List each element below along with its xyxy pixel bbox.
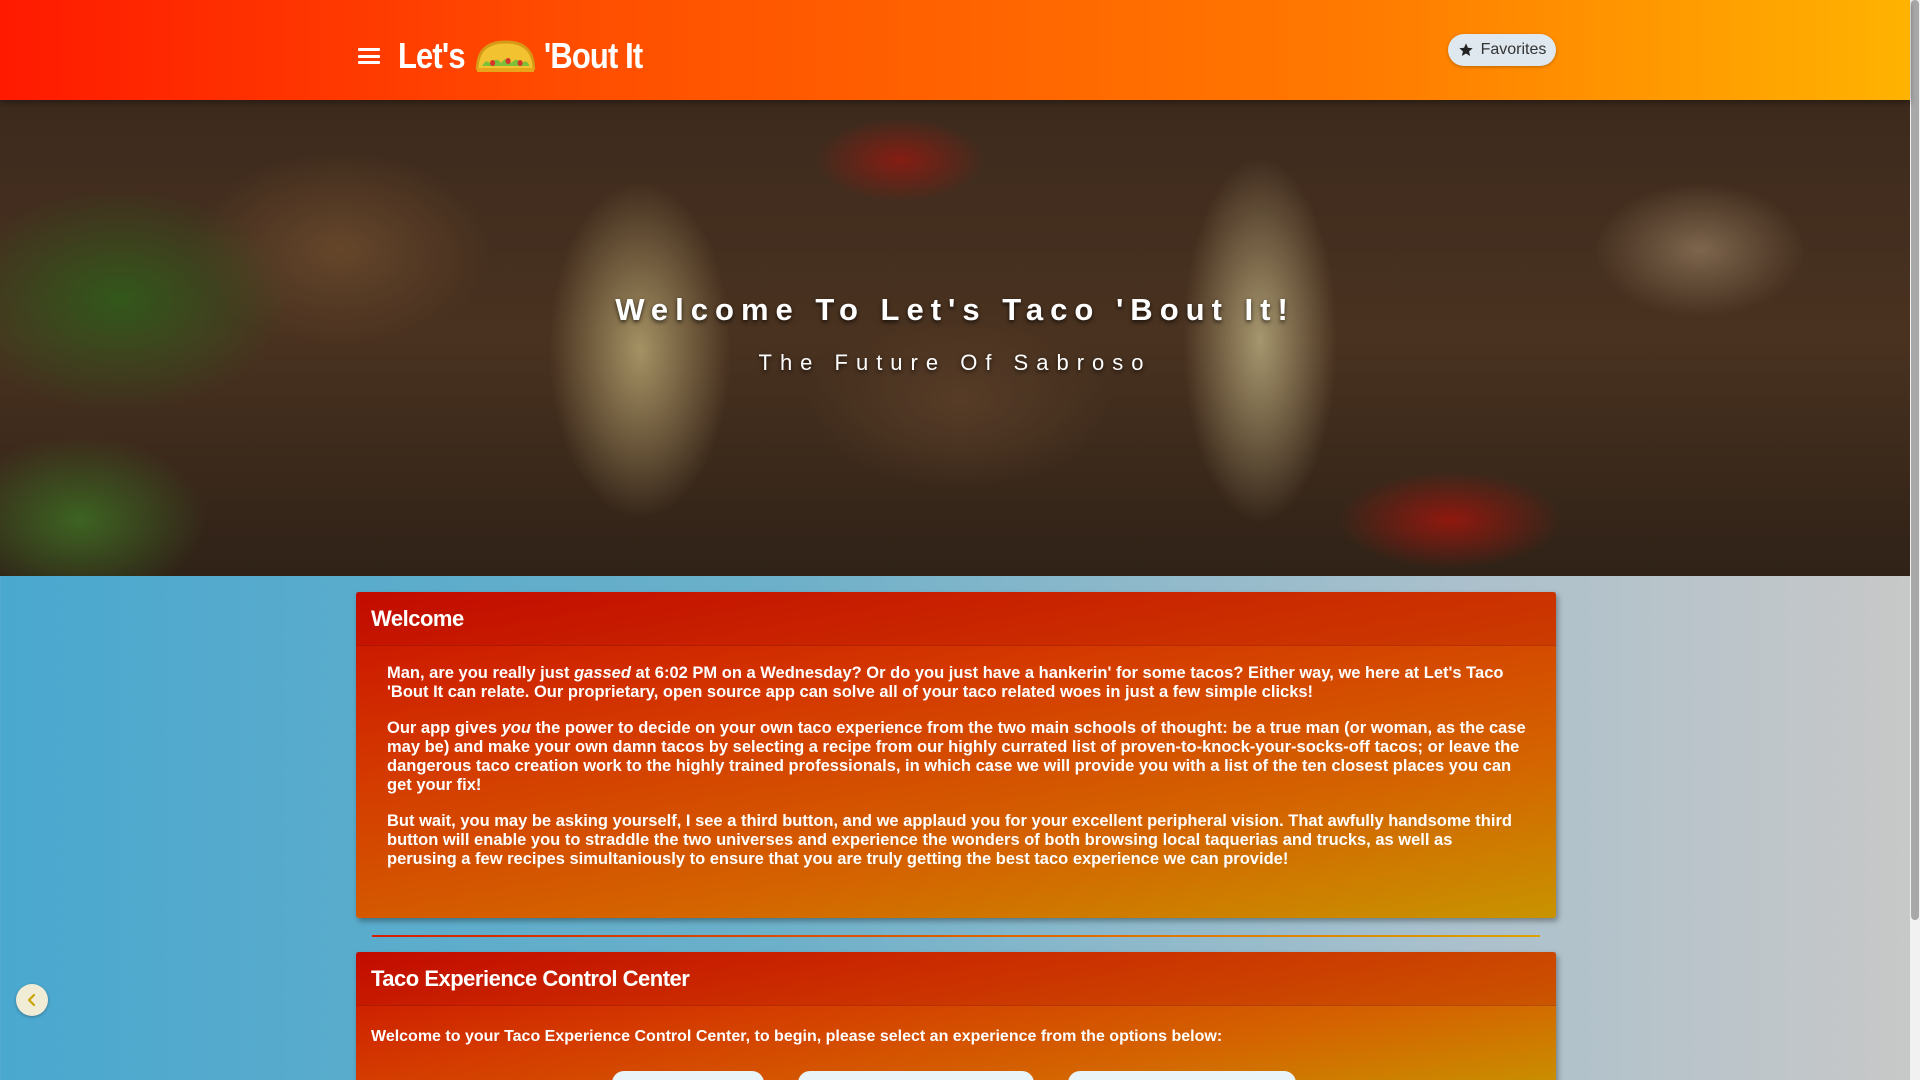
taco-icon	[475, 40, 535, 72]
brand-text-bout-it: 'Bout It	[543, 35, 643, 76]
hamburger-menu-icon[interactable]	[358, 48, 380, 64]
welcome-paragraph-1: Man, are you really just gassed at 6:02 …	[387, 664, 1504, 701]
hero-banner: Welcome To Let's Taco 'Bout It! The Futu…	[0, 100, 1910, 576]
welcome-paragraph-2: Our app gives you the power to decide on…	[387, 719, 1526, 794]
star-icon	[1458, 43, 1473, 56]
brand-text-lets: Let's	[398, 35, 466, 76]
control-center-card: Taco Experience Control Center Welcome t…	[356, 952, 1556, 1080]
experience-option-button-2[interactable]	[798, 1071, 1034, 1080]
experience-option-button-3[interactable]	[1068, 1071, 1296, 1080]
favorites-label: Favorites	[1480, 41, 1547, 58]
control-center-header: Taco Experience Control Center	[356, 952, 1556, 1006]
chevron-left-icon	[27, 993, 36, 1007]
scrollbar-thumb[interactable]	[1911, 0, 1919, 920]
welcome-paragraph-3: But wait, you may be asking yourself, I …	[387, 812, 1512, 868]
welcome-card: Welcome Man, are you really just gassed …	[356, 592, 1556, 918]
welcome-card-body: Man, are you really just gassed at 6:02 …	[356, 646, 1556, 869]
welcome-card-header: Welcome	[356, 592, 1556, 646]
hero-subtitle: The Future Of Sabroso	[758, 350, 1152, 375]
experience-options	[356, 1071, 1556, 1080]
back-button[interactable]	[16, 984, 48, 1016]
favorites-button[interactable]: Favorites	[1448, 34, 1556, 66]
page-scrollbar[interactable]	[1910, 0, 1920, 1080]
hero-title: Welcome To Let's Taco 'Bout It!	[615, 292, 1295, 327]
experience-option-button-1[interactable]	[612, 1071, 764, 1080]
brand-logo[interactable]: Let's 'Bout It	[398, 30, 643, 82]
section-divider	[372, 935, 1540, 937]
top-navbar: Let's 'Bout It Favorites	[0, 0, 1910, 100]
control-center-intro: Welcome to your Taco Experience Control …	[371, 1028, 1223, 1045]
